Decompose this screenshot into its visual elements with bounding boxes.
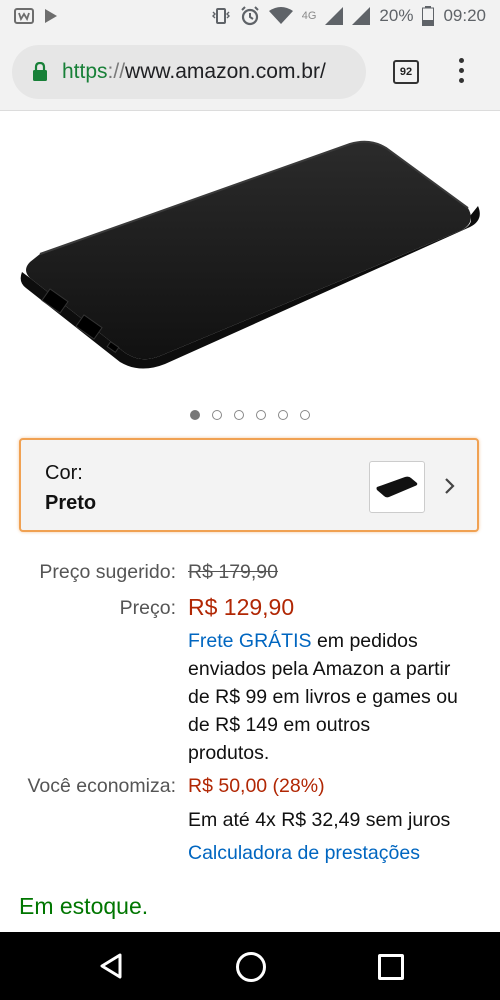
url-separator: ://: [107, 60, 126, 83]
home-icon[interactable]: [236, 952, 266, 982]
battery-percent: 20%: [379, 6, 414, 25]
status-bar: 4G 20% 09:20: [0, 0, 500, 34]
url-text: https://www.amazon.com.br/: [62, 60, 352, 84]
carousel-dot[interactable]: [190, 410, 200, 420]
installments-text: Em até 4x R$ 32,49 sem juros: [188, 809, 451, 831]
carousel-dot[interactable]: [212, 410, 222, 420]
shipping-line-5: produtos.: [188, 742, 270, 764]
back-icon[interactable]: [98, 952, 124, 980]
url-scheme: https: [62, 60, 108, 83]
address-bar[interactable]: https://www.amazon.com.br/: [12, 45, 366, 99]
list-price-label: Preço sugerido:: [39, 561, 176, 583]
product-image[interactable]: [0, 112, 500, 402]
savings-label: Você economiza:: [27, 775, 176, 797]
list-price-value: R$ 179,90: [188, 561, 278, 583]
browser-toolbar: https://www.amazon.com.br/ 92: [0, 34, 500, 111]
recent-apps-icon[interactable]: [378, 954, 404, 980]
notification-app-icon: [14, 8, 34, 24]
wifi-icon: [268, 7, 293, 24]
shipping-line-2: enviados pela Amazon a partir: [188, 658, 451, 680]
clock: 09:20: [443, 6, 486, 25]
browser-menu-icon[interactable]: [455, 58, 467, 88]
system-navigation-bar: [0, 932, 500, 1000]
carousel-dot[interactable]: [256, 410, 266, 420]
free-shipping-link[interactable]: Frete GRÁTIS: [188, 630, 312, 652]
signal-2-icon: [352, 7, 371, 25]
color-selector[interactable]: Cor: Preto: [19, 438, 479, 532]
price-label: Preço:: [119, 597, 176, 619]
color-value: Preto: [45, 492, 97, 514]
shipping-line-3: de R$ 99 em livros e games ou: [188, 686, 458, 708]
shipping-line-1: Frete GRÁTIS em pedidos: [188, 630, 418, 653]
tab-switcher-button[interactable]: 92: [393, 60, 419, 84]
color-swatch-thumbnail: [369, 461, 425, 513]
shipping-line-4: de R$ 149 em outros: [188, 714, 371, 736]
savings-value: R$ 50,00 (28%): [188, 775, 325, 797]
lock-icon: [32, 62, 48, 82]
network-type-label: 4G: [301, 10, 317, 22]
shipping-text-1: em pedidos: [311, 630, 418, 652]
url-host: www.amazon.com.br/: [125, 60, 326, 83]
alarm-icon: [241, 6, 259, 26]
powerbank-image: [20, 140, 480, 369]
signal-icon: [325, 7, 344, 25]
carousel-dot[interactable]: [278, 410, 288, 420]
installment-calculator-link[interactable]: Calculadora de prestações: [188, 842, 420, 865]
play-store-icon: [45, 9, 57, 23]
battery-icon: [422, 6, 435, 26]
vibrate-icon: [211, 8, 230, 24]
carousel-dot[interactable]: [300, 410, 310, 420]
chevron-right-icon: [445, 478, 455, 494]
image-carousel-indicator[interactable]: [0, 410, 500, 420]
carousel-dot[interactable]: [234, 410, 244, 420]
availability-status: Em estoque.: [19, 893, 149, 919]
color-label: Cor:: [45, 462, 83, 484]
price-value: R$ 129,90: [188, 594, 295, 620]
